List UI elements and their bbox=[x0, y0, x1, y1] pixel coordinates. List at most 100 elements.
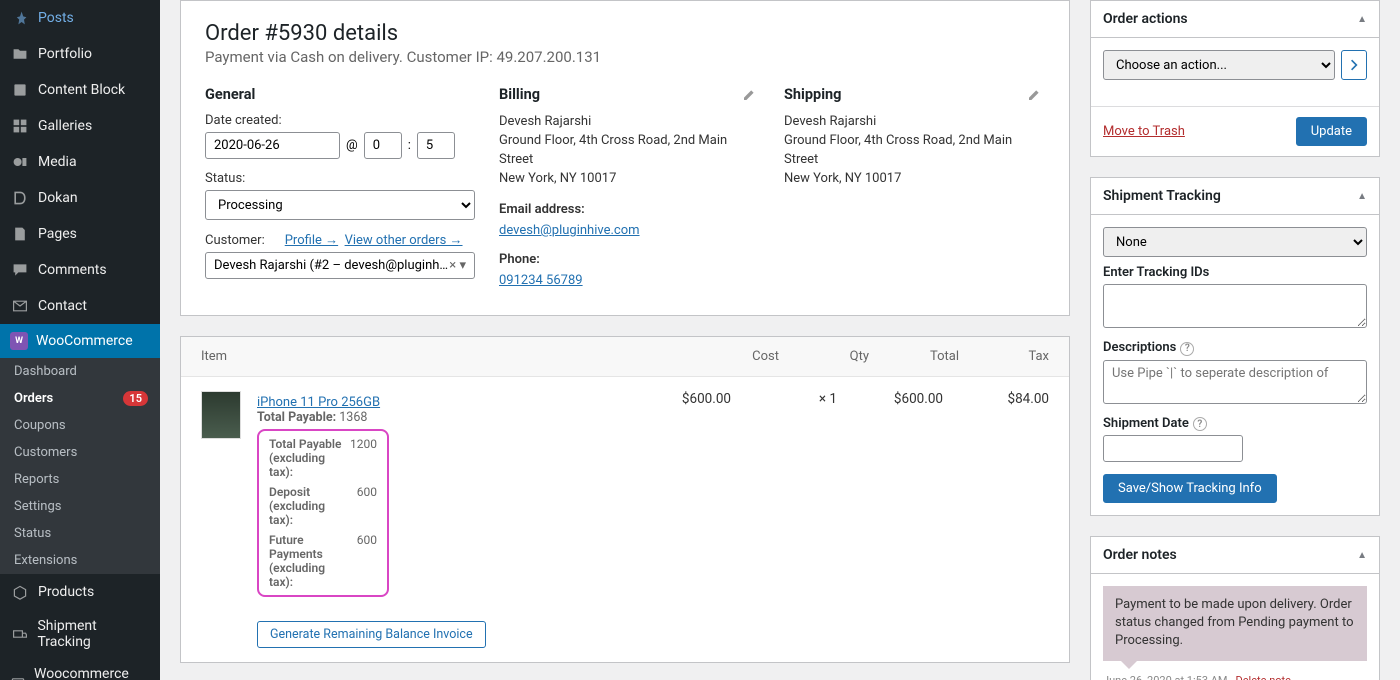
pin-icon bbox=[10, 8, 30, 28]
tracking-icon bbox=[10, 624, 29, 644]
deposits-icon bbox=[10, 672, 26, 680]
dokan-icon bbox=[10, 188, 30, 208]
descriptions-label: Descriptions? bbox=[1103, 340, 1367, 356]
sub-item-dashboard[interactable]: Dashboard bbox=[0, 358, 160, 385]
generate-invoice-button[interactable]: Generate Remaining Balance Invoice bbox=[257, 621, 486, 648]
general-heading: General bbox=[205, 86, 475, 103]
media-icon bbox=[10, 152, 30, 172]
sub-item-extensions[interactable]: Extensions bbox=[0, 547, 160, 574]
page-icon bbox=[10, 224, 30, 244]
edit-shipping-icon[interactable] bbox=[1025, 88, 1041, 108]
save-tracking-button[interactable]: Save/Show Tracking Info bbox=[1103, 474, 1277, 503]
sidebar-item-shipment-tracking[interactable]: Shipment Tracking bbox=[0, 610, 160, 658]
sub-item-orders[interactable]: Orders15 bbox=[0, 385, 160, 412]
col-total: Total bbox=[869, 349, 959, 364]
item-tax: $84.00 bbox=[959, 391, 1049, 407]
sub-item-settings[interactable]: Settings bbox=[0, 493, 160, 520]
general-column: General Date created: @ : bbox=[205, 86, 475, 291]
sidebar-item-products[interactable]: Products bbox=[0, 574, 160, 610]
product-link[interactable]: iPhone 11 Pro 256GB bbox=[257, 395, 380, 410]
orders-badge: 15 bbox=[123, 391, 148, 406]
block-icon bbox=[10, 80, 30, 100]
order-notes-panel: Order notes ▲ Payment to be made upon de… bbox=[1090, 536, 1380, 680]
product-thumbnail bbox=[201, 391, 241, 439]
descriptions-input[interactable] bbox=[1103, 360, 1367, 404]
col-tax: Tax bbox=[959, 349, 1049, 364]
sidebar-item-comments[interactable]: Comments bbox=[0, 252, 160, 288]
phone-label: Phone: bbox=[499, 252, 760, 267]
update-button[interactable]: Update bbox=[1296, 117, 1367, 146]
email-label: Email address: bbox=[499, 202, 760, 217]
notes-heading: Order notes bbox=[1103, 547, 1177, 563]
sidebar-item-portfolio[interactable]: Portfolio bbox=[0, 36, 160, 72]
shipment-date-input[interactable] bbox=[1103, 435, 1243, 462]
sidebar-item-posts[interactable]: Posts bbox=[0, 0, 160, 36]
date-input[interactable] bbox=[205, 132, 340, 159]
sidebar-label: Galleries bbox=[38, 118, 92, 134]
other-orders-link[interactable]: View other orders → bbox=[345, 232, 463, 248]
sidebar-item-content-block[interactable]: Content Block bbox=[0, 72, 160, 108]
woocommerce-submenu: Dashboard Orders15 Coupons Customers Rep… bbox=[0, 358, 160, 574]
sidebar-label: Media bbox=[38, 154, 77, 170]
item-total: $600.00 bbox=[853, 391, 943, 407]
billing-phone[interactable]: 091234 56789 bbox=[499, 273, 583, 288]
move-to-trash-link[interactable]: Move to Trash bbox=[1103, 124, 1185, 139]
sidebar-label: Products bbox=[38, 584, 94, 600]
sidebar-item-deposits[interactable]: Woocommerce Deposits bbox=[0, 658, 160, 680]
sidebar-item-contact[interactable]: Contact bbox=[0, 288, 160, 324]
sidebar-label: Woocommerce Deposits bbox=[34, 666, 150, 680]
item-cost: $600.00 bbox=[641, 391, 731, 407]
sidebar-label: Contact bbox=[38, 298, 87, 314]
sub-item-customers[interactable]: Customers bbox=[0, 439, 160, 466]
panel-toggle-icon[interactable]: ▲ bbox=[1357, 550, 1367, 561]
customer-select[interactable]: Devesh Rajarshi (#2 – devesh@pluginh… × … bbox=[205, 252, 475, 279]
sidebar-label: Shipment Tracking bbox=[37, 618, 150, 650]
woocommerce-icon: W bbox=[10, 332, 28, 350]
sidebar-item-pages[interactable]: Pages bbox=[0, 216, 160, 252]
sub-item-status[interactable]: Status bbox=[0, 520, 160, 547]
shipping-address: Devesh Rajarshi Ground Floor, 4th Cross … bbox=[784, 113, 1045, 188]
clear-icon[interactable]: × ▾ bbox=[449, 258, 466, 273]
shipping-column: Shipping Devesh Rajarshi Ground Floor, 4… bbox=[784, 86, 1045, 291]
comment-icon bbox=[10, 260, 30, 280]
order-actions-panel: Order actions ▲ Choose an action... Move… bbox=[1090, 0, 1380, 157]
main-content: Order #5930 details Payment via Cash on … bbox=[160, 0, 1400, 680]
sidebar-item-dokan[interactable]: Dokan bbox=[0, 180, 160, 216]
help-icon[interactable]: ? bbox=[1180, 342, 1194, 356]
sidebar-label: Comments bbox=[38, 262, 107, 278]
shipment-tracking-panel: Shipment Tracking ▲ None Enter Tracking … bbox=[1090, 177, 1380, 516]
billing-address: Devesh Rajarshi Ground Floor, 4th Cross … bbox=[499, 113, 760, 188]
sidebar-item-woocommerce[interactable]: W WooCommerce bbox=[0, 324, 160, 358]
shipper-select[interactable]: None bbox=[1103, 227, 1367, 257]
billing-column: Billing Devesh Rajarshi Ground Floor, 4t… bbox=[499, 86, 760, 291]
sidebar-label: Pages bbox=[38, 226, 77, 242]
hour-input[interactable] bbox=[364, 132, 402, 159]
shipping-heading: Shipping bbox=[784, 86, 1045, 103]
sub-item-coupons[interactable]: Coupons bbox=[0, 412, 160, 439]
products-icon bbox=[10, 582, 30, 602]
panel-toggle-icon[interactable]: ▲ bbox=[1357, 191, 1367, 202]
profile-link[interactable]: Profile → bbox=[285, 232, 338, 248]
sidebar-label: WooCommerce bbox=[36, 333, 133, 349]
delete-note-link[interactable]: Delete note bbox=[1235, 674, 1291, 680]
sidebar-item-media[interactable]: Media bbox=[0, 144, 160, 180]
billing-email[interactable]: devesh@pluginhive.com bbox=[499, 223, 640, 238]
order-action-select[interactable]: Choose an action... bbox=[1103, 50, 1335, 80]
apply-action-button[interactable] bbox=[1341, 50, 1367, 80]
note-date: June 26, 2020 at 1:53 AM bbox=[1103, 674, 1228, 680]
order-subtitle: Payment via Cash on delivery. Customer I… bbox=[205, 48, 1045, 66]
status-select[interactable]: Processing bbox=[205, 190, 475, 220]
order-note: Payment to be made upon delivery. Order … bbox=[1103, 586, 1367, 661]
edit-billing-icon[interactable] bbox=[740, 88, 756, 108]
folder-icon bbox=[10, 44, 30, 64]
billing-heading: Billing bbox=[499, 86, 760, 103]
minute-input[interactable] bbox=[417, 132, 455, 159]
sub-item-reports[interactable]: Reports bbox=[0, 466, 160, 493]
sidebar-item-galleries[interactable]: Galleries bbox=[0, 108, 160, 144]
col-qty: Qty bbox=[779, 349, 869, 364]
col-cost: Cost bbox=[689, 349, 779, 364]
order-items-panel: Item Cost Qty Total Tax iPhone 11 Pro 25… bbox=[180, 336, 1070, 663]
help-icon[interactable]: ? bbox=[1193, 417, 1207, 431]
panel-toggle-icon[interactable]: ▲ bbox=[1357, 14, 1367, 25]
tracking-ids-input[interactable] bbox=[1103, 284, 1367, 328]
